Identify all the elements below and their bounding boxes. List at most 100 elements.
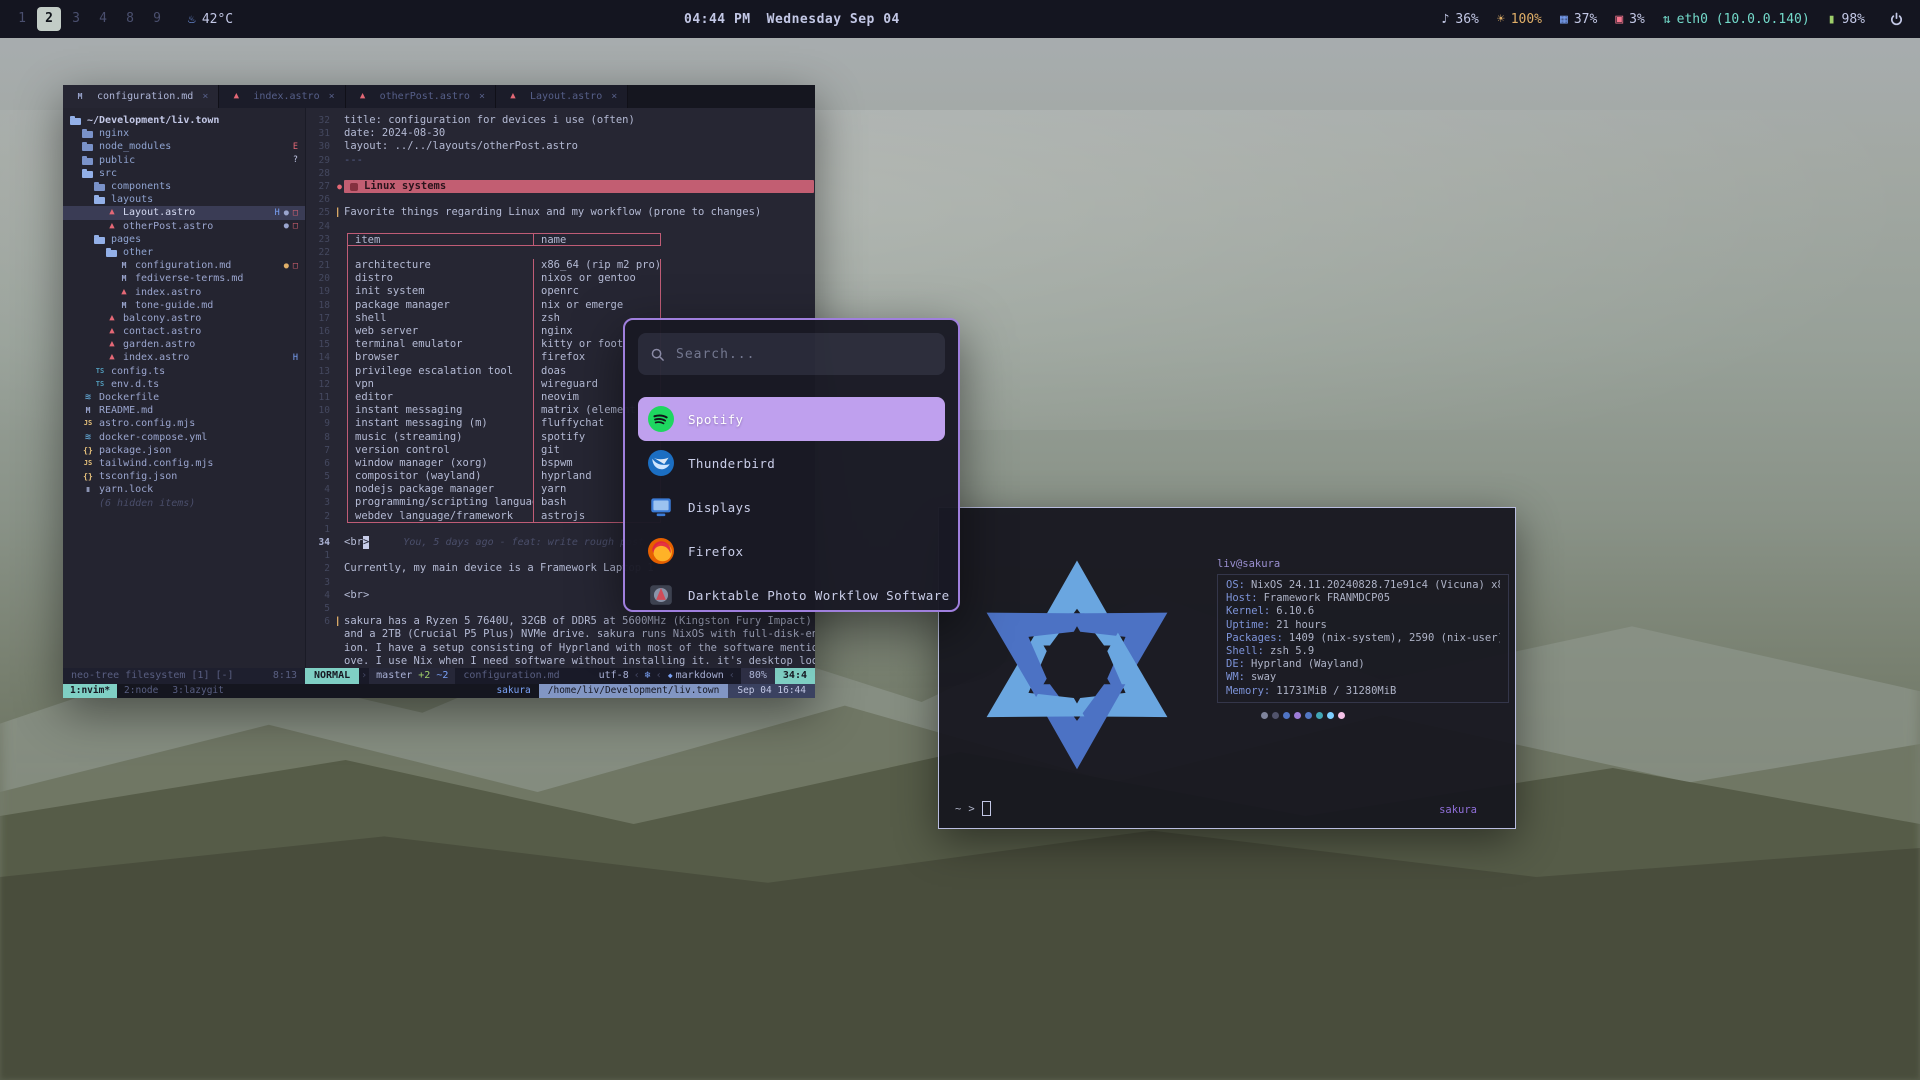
temperature-module[interactable]: ♨ 42°C	[188, 12, 233, 27]
tree-item-nginx[interactable]: nginx	[63, 127, 305, 140]
close-icon[interactable]: ×	[202, 91, 208, 102]
tree-item-pages[interactable]: pages	[63, 233, 305, 246]
shell-prompt[interactable]: ~ >	[955, 801, 991, 816]
tree-item-node_modules[interactable]: node_modulesE	[63, 140, 305, 153]
workspace-3[interactable]: 3	[64, 7, 88, 31]
launcher-item-Displays[interactable]: Displays	[638, 485, 945, 529]
tree-item-env.d.ts[interactable]: env.d.ts	[63, 378, 305, 391]
tree-item-label: public	[99, 155, 135, 166]
tree-item-Dockerfile[interactable]: Dockerfile	[63, 391, 305, 404]
module-brightness[interactable]: ☀100%	[1497, 12, 1542, 27]
table-row: version controlgit	[347, 444, 661, 457]
tree-item-yarn.lock[interactable]: yarn.lock	[63, 483, 305, 496]
tab-otherPost.astro[interactable]: otherPost.astro ×	[346, 85, 496, 108]
launcher-search[interactable]	[638, 333, 945, 375]
table-row: distronixos or gentoo	[347, 272, 661, 285]
launcher-item-Darktable Photo Workflow Software[interactable]: Darktable Photo Workflow Software	[638, 573, 945, 612]
tmux-window-2:node[interactable]: 2:node	[117, 684, 165, 698]
tab-index.astro[interactable]: index.astro×	[219, 85, 345, 108]
line-content: itemname	[344, 233, 815, 246]
cpu-icon: ▣	[1615, 12, 1623, 27]
module-cpu[interactable]: ▣3%	[1615, 12, 1644, 27]
tree-item-astro.config.mjs[interactable]: astro.config.mjs	[63, 417, 305, 430]
close-icon[interactable]: ×	[611, 91, 617, 102]
line-number	[306, 642, 335, 655]
table-cell: package manager	[347, 299, 534, 312]
scroll-percentage: 80%	[741, 668, 775, 684]
close-icon[interactable]: ×	[479, 91, 485, 102]
table-cell: init system	[347, 285, 534, 298]
tab-configuration.md[interactable]: configuration.md×	[63, 85, 219, 108]
tree-item-Layout.astro[interactable]: Layout.astroH●□	[63, 206, 305, 219]
workspace-4[interactable]: 4	[91, 7, 115, 31]
tree-item-label: env.d.ts	[111, 379, 159, 390]
tree-item-garden.astro[interactable]: garden.astro	[63, 338, 305, 351]
tree-item-layouts[interactable]: layouts	[63, 193, 305, 206]
js-icon	[81, 417, 95, 430]
gutter-sign	[335, 642, 344, 655]
module-battery[interactable]: ▮98%	[1828, 12, 1865, 27]
tree-item-docker-compose.yml[interactable]: docker-compose.yml	[63, 431, 305, 444]
workspace-8[interactable]: 8	[118, 7, 142, 31]
terminal-fetch-window[interactable]: liv@sakura OS:NixOS 24.11.20240828.71e91…	[938, 507, 1516, 829]
tree-item-tone-guide.md[interactable]: tone-guide.md	[63, 299, 305, 312]
text: and a 2TB (Crucial P5 Plus) NVMe drive. …	[344, 628, 815, 641]
fetch-info-line: Memory:11731MiB / 31280MiB	[1226, 685, 1500, 698]
tmux-window-3:lazygit[interactable]: 3:lazygit	[165, 684, 230, 698]
gutter-sign	[335, 259, 344, 272]
workspace-2[interactable]: 2	[37, 7, 61, 31]
search-input[interactable]	[674, 346, 933, 363]
text: Currently, my main device is a Framework…	[344, 562, 654, 575]
tree-item-fediverse-terms.md[interactable]: fediverse-terms.md	[63, 272, 305, 285]
launcher-item-Spotify[interactable]: Spotify	[638, 397, 945, 441]
tree-item-other[interactable]: other	[63, 246, 305, 259]
table-cell: nodejs package manager	[347, 483, 534, 496]
tree-item-label: configuration.md	[135, 260, 231, 271]
editor-line: and a 2TB (Crucial P5 Plus) NVMe drive. …	[306, 628, 815, 641]
fetch-info-label: Memory:	[1226, 685, 1270, 697]
palette-dot	[1338, 712, 1345, 719]
table-cell: privilege escalation tool	[347, 365, 534, 378]
tab-Layout.astro[interactable]: Layout.astro×	[496, 85, 628, 108]
gutter-sign	[335, 193, 344, 206]
marker: ●	[284, 221, 289, 231]
workspace-9[interactable]: 9	[145, 7, 169, 31]
palette-dot	[1283, 712, 1290, 719]
tree-item-balcony.astro[interactable]: balcony.astro	[63, 312, 305, 325]
close-icon[interactable]: ×	[329, 91, 335, 102]
tree-item-otherPost.astro[interactable]: otherPost.astro●□	[63, 220, 305, 233]
tree-item-index.astro[interactable]: index.astroH	[63, 351, 305, 364]
editor-line: 24	[306, 220, 815, 233]
module-memory[interactable]: ▦37%	[1560, 12, 1597, 27]
separator: ›	[359, 668, 369, 684]
fetch-info-block: liv@sakura OS:NixOS 24.11.20240828.71e91…	[1217, 558, 1509, 719]
tree-item-(6 hidden items)[interactable]: (6 hidden items)	[63, 496, 305, 509]
line-number: 10	[306, 404, 335, 417]
spotify-icon	[648, 406, 674, 432]
power-button[interactable]	[1883, 12, 1910, 27]
tmux-window-1:nvim*[interactable]: 1:nvim*	[63, 684, 117, 698]
launcher-item-Thunderbird[interactable]: Thunderbird	[638, 441, 945, 485]
tree-item-src[interactable]: src	[63, 167, 305, 180]
tree-item-~/Development/liv.town[interactable]: ~/Development/liv.town	[63, 114, 305, 127]
table-row: shellzsh	[347, 312, 661, 325]
folder-open-icon	[93, 193, 107, 206]
module-volume[interactable]: ♪36%	[1442, 12, 1479, 27]
tab-label: otherPost.astro	[380, 91, 470, 102]
line-number: 24	[306, 220, 335, 233]
tree-item-config.ts[interactable]: config.ts	[63, 365, 305, 378]
tree-item-README.md[interactable]: README.md	[63, 404, 305, 417]
module-network[interactable]: ⇅eth0 (10.0.0.140)	[1663, 12, 1810, 27]
tree-item-public[interactable]: public?	[63, 154, 305, 167]
tree-item-index.astro[interactable]: index.astro	[63, 285, 305, 298]
tree-item-tailwind.config.mjs[interactable]: tailwind.config.mjs	[63, 457, 305, 470]
folder-icon	[81, 127, 95, 140]
network-icon: ⇅	[1663, 12, 1671, 27]
tree-item-package.json[interactable]: package.json	[63, 444, 305, 457]
tree-item-configuration.md[interactable]: configuration.md●□	[63, 259, 305, 272]
tree-item-components[interactable]: components	[63, 180, 305, 193]
launcher-item-Firefox[interactable]: Firefox	[638, 529, 945, 573]
tree-item-tsconfig.json[interactable]: tsconfig.json	[63, 470, 305, 483]
workspace-1[interactable]: 1	[10, 7, 34, 31]
tree-item-contact.astro[interactable]: contact.astro	[63, 325, 305, 338]
